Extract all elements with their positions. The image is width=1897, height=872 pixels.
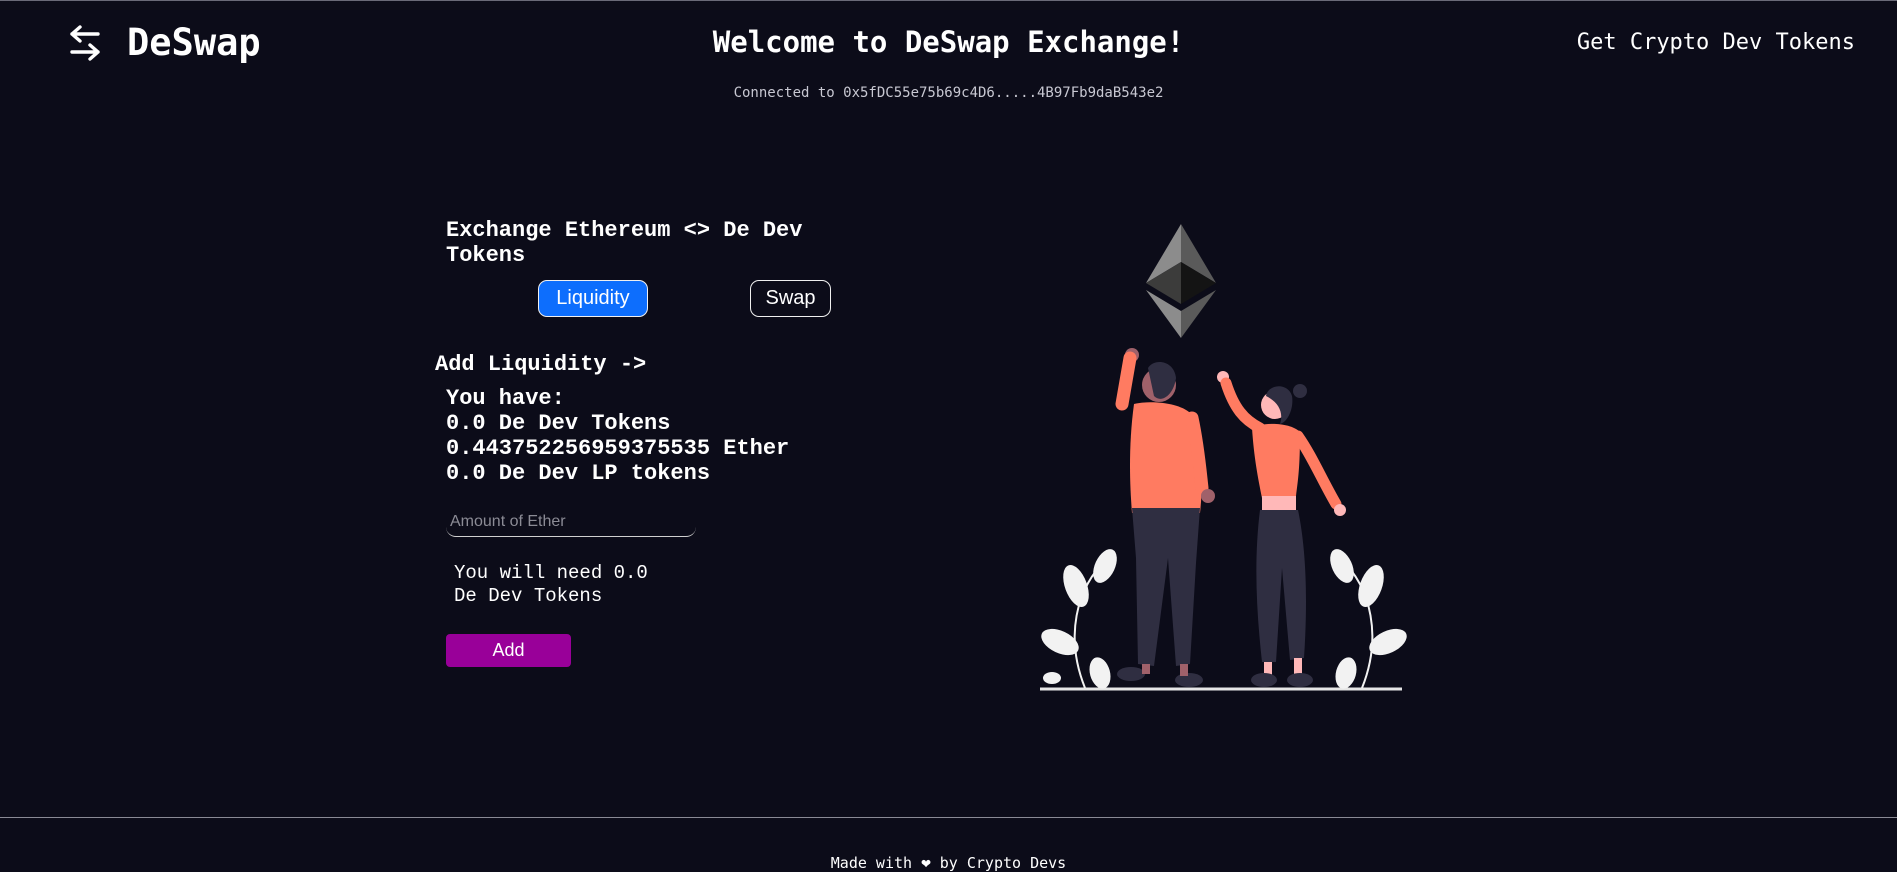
ether-amount-input[interactable] [446,507,696,537]
add-button[interactable]: Add [446,634,571,667]
connected-address: Connected to 0x5fDC55e75b69c4D6.....4B97… [733,85,1164,101]
footer-prefix: Made with [830,854,913,872]
people-cheering-ethereum-illustration [1040,224,1407,691]
token-balance: 0.0 De Dev Tokens [446,411,671,436]
get-tokens-link[interactable]: Get Crypto Dev Tokens [1577,28,1855,58]
exchange-title: Exchange Ethereum <> De Dev Tokens [446,218,803,268]
lp-balance: 0.0 De Dev LP tokens [446,461,711,486]
ether-balance: 0.443752256959375535 Ether [446,436,790,461]
tab-swap[interactable]: Swap [750,280,831,317]
footer-divider [0,817,1897,818]
balances-heading: You have: [446,386,565,411]
required-tokens-text: You will need 0.0 De Dev Tokens [454,562,648,607]
balances: You have: 0.0 De Dev Tokens 0.4437522569… [446,386,789,486]
footer-suffix: by Crypto Devs [939,854,1067,872]
add-liquidity-heading: Add Liquidity -> [435,352,647,377]
heart-icon: ❤ [921,853,931,872]
top-border [0,0,1897,1]
ethereum-logo-icon [1146,224,1216,338]
tab-liquidity[interactable]: Liquidity [538,280,648,317]
footer: Made with ❤ by Crypto Devs [0,853,1897,872]
